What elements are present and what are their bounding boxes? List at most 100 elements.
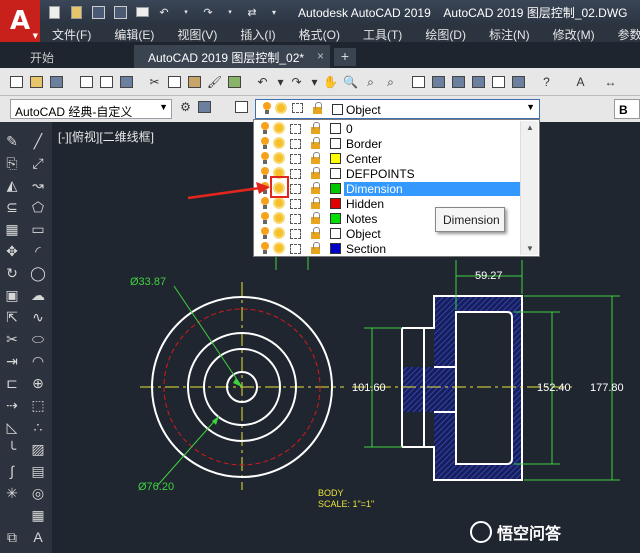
viewport-freeze-icon[interactable] xyxy=(290,229,301,239)
share-icon[interactable]: ⇄ xyxy=(244,5,260,20)
point-icon[interactable]: ∴ xyxy=(29,418,47,436)
viewport-freeze-icon[interactable] xyxy=(290,244,301,254)
menu-modify[interactable]: 修改(M) xyxy=(541,24,606,42)
multiline-text-icon[interactable]: A xyxy=(29,528,47,546)
redo-dropdown-icon[interactable]: ▾ xyxy=(222,5,238,20)
viewport-freeze-icon[interactable] xyxy=(290,184,301,194)
polyline-icon[interactable]: ↝ xyxy=(29,176,47,194)
new-file-icon[interactable] xyxy=(46,5,62,20)
save-icon[interactable] xyxy=(48,74,65,90)
copy-tool-icon[interactable]: ⎘ xyxy=(3,154,21,172)
menu-edit[interactable]: 编辑(E) xyxy=(102,24,165,42)
rotate-icon[interactable]: ↻ xyxy=(3,264,21,282)
menu-draw[interactable]: 绘图(D) xyxy=(413,24,477,42)
scale-icon[interactable]: ▣ xyxy=(3,286,21,304)
lock-icon[interactable] xyxy=(309,227,321,240)
menu-insert[interactable]: 插入(I) xyxy=(228,24,286,42)
quickcalc-icon[interactable] xyxy=(510,74,527,90)
sun-icon[interactable] xyxy=(273,227,285,240)
layer-properties-icon[interactable] xyxy=(233,99,250,115)
layer-row-dimension[interactable]: Dimension xyxy=(254,181,539,197)
arc-icon[interactable]: ◜ xyxy=(29,242,47,260)
publish-icon[interactable] xyxy=(118,74,135,90)
sun-icon[interactable] xyxy=(273,152,285,165)
revision-cloud-icon[interactable]: ☁ xyxy=(29,286,47,304)
insert-block-icon[interactable]: ⊕ xyxy=(29,374,47,392)
viewport-freeze-icon[interactable] xyxy=(290,139,301,149)
match-properties-icon[interactable]: 🖌 xyxy=(206,74,223,90)
hatch-icon[interactable]: ▨ xyxy=(29,440,47,458)
paste-icon[interactable] xyxy=(186,74,203,90)
viewport-freeze-icon[interactable] xyxy=(290,124,301,134)
undo-dropdown-icon[interactable]: ▾ xyxy=(272,74,289,90)
sun-icon[interactable] xyxy=(273,137,285,150)
lock-icon[interactable] xyxy=(309,242,321,255)
dim-style-icon[interactable]: ↔ xyxy=(602,74,619,90)
scroll-down-icon[interactable]: ▼ xyxy=(526,244,534,253)
pan-icon[interactable]: ✋ xyxy=(322,74,339,90)
bulb-icon[interactable] xyxy=(259,152,271,165)
lock-icon[interactable] xyxy=(309,152,321,165)
fillet-icon[interactable]: ╰ xyxy=(3,440,21,458)
menu-view[interactable]: 视图(V) xyxy=(165,24,228,42)
menu-format[interactable]: 格式(O) xyxy=(287,24,351,42)
viewport-controls-label[interactable]: [-][俯视][二维线框] xyxy=(58,128,154,145)
mirror-icon[interactable]: ◭ xyxy=(3,176,21,194)
layer-dropdown-list[interactable]: 0 Border Center DEFPOINTS Dimension Hidd… xyxy=(253,119,540,257)
close-icon[interactable]: × xyxy=(317,49,324,63)
zoom-realtime-icon[interactable]: 🔍 xyxy=(342,74,359,90)
print-icon[interactable] xyxy=(134,5,150,20)
gear-icon[interactable]: ⚙ xyxy=(177,99,194,115)
menu-tools[interactable]: 工具(T) xyxy=(351,24,413,42)
open-icon[interactable] xyxy=(28,74,45,90)
tool-palettes-icon[interactable] xyxy=(450,74,467,90)
text-style-icon[interactable]: A xyxy=(572,74,589,90)
sheet-set-icon[interactable] xyxy=(470,74,487,90)
menu-parametric[interactable]: 参数( xyxy=(606,24,640,42)
bulb-icon[interactable] xyxy=(259,212,271,225)
array-icon[interactable]: ▦ xyxy=(3,220,21,238)
join-icon[interactable]: ⇢ xyxy=(3,396,21,414)
plot-preview-icon[interactable] xyxy=(98,74,115,90)
redo-dropdown-icon[interactable]: ▾ xyxy=(306,74,323,90)
markup-icon[interactable] xyxy=(490,74,507,90)
cut-icon[interactable]: ✂ xyxy=(146,74,163,90)
circle-icon[interactable]: ◯ xyxy=(29,264,47,282)
menu-dimension[interactable]: 标注(N) xyxy=(477,24,541,42)
layer-row-0[interactable]: 0 xyxy=(254,121,539,136)
make-block-icon[interactable]: ⬚ xyxy=(29,396,47,414)
bulb-icon[interactable] xyxy=(259,137,271,150)
blend-icon[interactable]: ∫ xyxy=(3,462,21,480)
layer-row-border[interactable]: Border xyxy=(254,136,539,151)
plot-icon[interactable] xyxy=(78,74,95,90)
tab-start[interactable]: 开始 xyxy=(0,45,132,68)
layer-control-dropdown[interactable]: Object ▼ xyxy=(255,99,540,119)
copy-icon[interactable] xyxy=(166,74,183,90)
bulb-icon[interactable] xyxy=(259,242,271,255)
dropdown-scrollbar[interactable]: ▲ ▼ xyxy=(520,121,538,255)
lock-icon[interactable] xyxy=(309,212,321,225)
ellipse-arc-icon[interactable]: ◠ xyxy=(29,352,47,370)
viewport-freeze-icon[interactable] xyxy=(290,214,301,224)
sun-icon[interactable] xyxy=(273,197,285,210)
layer-row-defpoints[interactable]: DEFPOINTS xyxy=(254,166,539,181)
undo-icon[interactable]: ↶ xyxy=(156,5,172,20)
erase-icon[interactable]: ✎ xyxy=(3,132,21,150)
extend-icon[interactable]: ⇥ xyxy=(3,352,21,370)
zoom-previous-icon[interactable]: ⌕ xyxy=(382,74,399,90)
line-icon[interactable]: ╱ xyxy=(29,132,47,150)
application-menu-button[interactable]: A ▼ xyxy=(0,0,40,42)
sun-icon[interactable] xyxy=(273,212,285,225)
lock-icon[interactable] xyxy=(309,137,321,150)
open-folder-icon[interactable] xyxy=(68,5,84,20)
tab-document[interactable]: AutoCAD 2019 图层控制_02* × xyxy=(134,45,330,68)
bulb-icon[interactable] xyxy=(259,227,271,240)
construction-line-icon[interactable]: ⤢ xyxy=(29,154,47,172)
design-center-icon[interactable] xyxy=(430,74,447,90)
help-icon[interactable]: ? xyxy=(538,74,555,90)
trim-icon[interactable]: ✂ xyxy=(3,330,21,348)
viewport-freeze-icon[interactable] xyxy=(290,199,301,209)
region-icon[interactable]: ◎ xyxy=(29,484,47,502)
save-as-icon[interactable] xyxy=(112,5,128,20)
break-icon[interactable]: ⊏ xyxy=(3,374,21,392)
